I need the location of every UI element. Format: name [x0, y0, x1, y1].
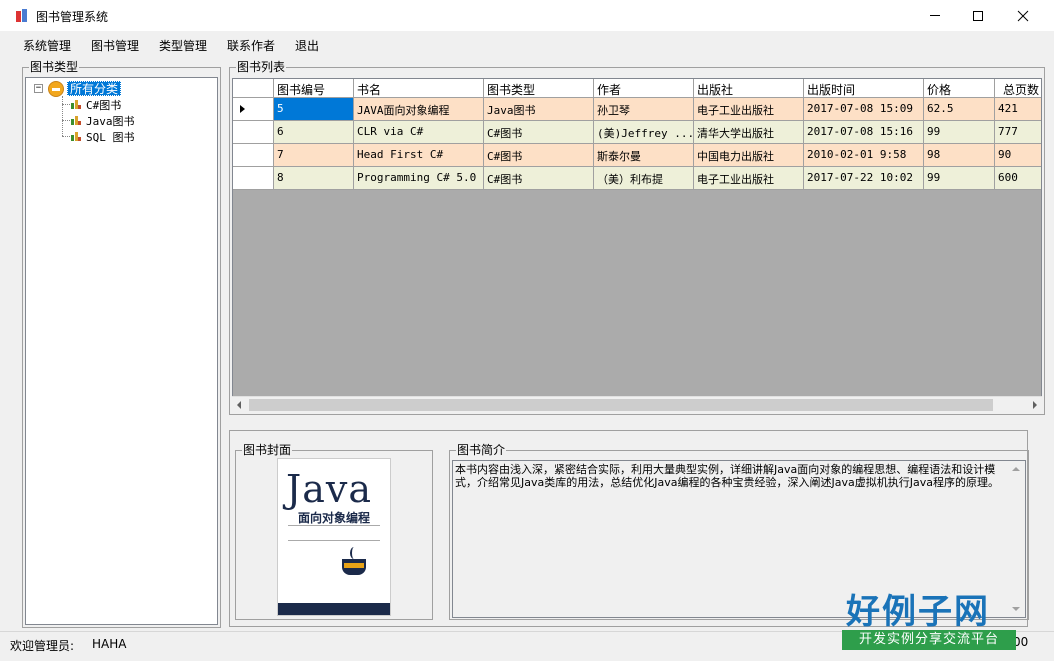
- column-header-publisher[interactable]: 出版社: [694, 79, 804, 98]
- cover-subtitle-text: 面向对象编程: [298, 511, 371, 525]
- watermark-title: 好例子网: [846, 592, 990, 632]
- cell-publisher[interactable]: 电子工业出版社: [694, 98, 804, 121]
- current-row-arrow-icon: [240, 105, 245, 113]
- book-category-icon: [70, 130, 82, 142]
- scroll-thumb[interactable]: [249, 399, 993, 411]
- java-cup-icon: [338, 547, 372, 577]
- row-header-current[interactable]: [233, 98, 274, 121]
- cover-group-title: 图书封面: [242, 443, 293, 457]
- cell-id[interactable]: 8: [274, 167, 354, 190]
- minimize-button[interactable]: [912, 0, 958, 31]
- menu-system[interactable]: 系统管理: [23, 37, 71, 54]
- column-header-type[interactable]: 图书类型: [484, 79, 594, 98]
- maximize-icon: [973, 10, 983, 21]
- book-grid[interactable]: 图书编号 书名 图书类型 作者 出版社 出版时间 价格 总页数 5 JAVA面向…: [232, 78, 1042, 412]
- tree-connector: [62, 136, 70, 137]
- scroll-left-icon[interactable]: [237, 401, 241, 409]
- cell-pages[interactable]: 421: [995, 98, 1041, 121]
- cover-title-text: Java: [286, 467, 373, 511]
- menu-contact-author[interactable]: 联系作者: [227, 37, 275, 54]
- column-header-author[interactable]: 作者: [594, 79, 694, 98]
- tree-item-label: SQL 图书: [86, 131, 135, 144]
- book-type-tree[interactable]: − 所有分类 C#图书 Java图书 SQL 图书: [25, 77, 218, 625]
- column-header-pages[interactable]: 总页数: [995, 79, 1041, 98]
- cell-price[interactable]: 98: [924, 144, 995, 167]
- category-folder-icon: [48, 81, 64, 97]
- menu-books[interactable]: 图书管理: [91, 37, 139, 54]
- cell-publish-date[interactable]: 2010-02-01 9:58: [804, 144, 924, 167]
- book-cover-image: Java 面向对象编程: [277, 458, 391, 616]
- minimize-icon: [930, 15, 940, 16]
- menu-exit[interactable]: 退出: [295, 37, 319, 54]
- cell-author[interactable]: （美）利布提: [594, 167, 694, 190]
- status-username: HAHA: [92, 637, 127, 651]
- cell-title[interactable]: CLR via C#: [354, 121, 484, 144]
- cell-title[interactable]: Head First C#: [354, 144, 484, 167]
- watermark-banner: 开发实例分享交流平台: [842, 630, 1016, 650]
- cell-title[interactable]: JAVA面向对象编程: [354, 98, 484, 121]
- cell-publisher[interactable]: 电子工业出版社: [694, 167, 804, 190]
- cover-decoration: [288, 525, 380, 541]
- book-type-group-title: 图书类型: [29, 60, 80, 74]
- cell-id[interactable]: 7: [274, 144, 354, 167]
- cell-pages[interactable]: 90: [995, 144, 1041, 167]
- maximize-button[interactable]: [955, 0, 1001, 31]
- book-list-group-title: 图书列表: [236, 60, 287, 74]
- tree-connector: [62, 120, 70, 121]
- cell-title[interactable]: Programming C# 5.0: [354, 167, 484, 190]
- tree-item-label: C#图书: [86, 99, 122, 112]
- row-header[interactable]: [233, 167, 274, 190]
- menu-types[interactable]: 类型管理: [159, 37, 207, 54]
- row-header[interactable]: [233, 144, 274, 167]
- description-group-title: 图书简介: [456, 443, 507, 457]
- cell-type[interactable]: Java图书: [484, 98, 594, 121]
- book-category-icon: [70, 114, 82, 126]
- grid-corner-cell: [233, 79, 274, 98]
- tree-root-all-categories[interactable]: 所有分类: [67, 81, 122, 96]
- menu-bar: 系统管理 图书管理 类型管理 联系作者 退出: [0, 31, 1054, 57]
- cell-author[interactable]: (美)Jeffrey ...: [594, 121, 694, 144]
- column-header-price[interactable]: 价格: [924, 79, 995, 98]
- scroll-right-icon[interactable]: [1033, 401, 1037, 409]
- cell-price[interactable]: 99: [924, 121, 995, 144]
- cell-type[interactable]: C#图书: [484, 167, 594, 190]
- cell-price[interactable]: 99: [924, 167, 995, 190]
- close-button[interactable]: [1000, 0, 1046, 31]
- cover-footer-band: [278, 603, 390, 615]
- cell-author[interactable]: 孙卫琴: [594, 98, 694, 121]
- cell-price[interactable]: 62.5: [924, 98, 995, 121]
- cell-publisher[interactable]: 清华大学出版社: [694, 121, 804, 144]
- cell-id[interactable]: 6: [274, 121, 354, 144]
- cell-pages[interactable]: 777: [995, 121, 1041, 144]
- book-category-icon: [70, 98, 82, 110]
- tree-collapse-toggle[interactable]: −: [34, 84, 43, 93]
- tree-connector: [62, 104, 70, 105]
- cell-id[interactable]: 5: [274, 98, 354, 121]
- title-bar: 图书管理系统: [0, 0, 1054, 31]
- scroll-up-icon[interactable]: [1012, 467, 1020, 471]
- cell-pages[interactable]: 600: [995, 167, 1041, 190]
- tree-connector: [62, 96, 63, 136]
- cell-publish-date[interactable]: 2017-07-08 15:16: [804, 121, 924, 144]
- cell-author[interactable]: 斯泰尔曼: [594, 144, 694, 167]
- cell-type[interactable]: C#图书: [484, 144, 594, 167]
- tree-item-label: Java图书: [86, 115, 135, 128]
- status-welcome-label: 欢迎管理员:: [10, 639, 75, 653]
- row-header[interactable]: [233, 121, 274, 144]
- watermark-logo: 好例子网 开发实例分享交流平台: [842, 584, 1020, 654]
- column-header-publish-date[interactable]: 出版时间: [804, 79, 924, 98]
- window-title: 图书管理系统: [36, 10, 109, 24]
- grid-horizontal-scrollbar[interactable]: [232, 396, 1042, 413]
- cell-publish-date[interactable]: 2017-07-08 15:09: [804, 98, 924, 121]
- cell-publisher[interactable]: 中国电力出版社: [694, 144, 804, 167]
- cell-publish-date[interactable]: 2017-07-22 10:02: [804, 167, 924, 190]
- close-icon: [1017, 10, 1029, 21]
- app-icon: [16, 9, 27, 22]
- cell-type[interactable]: C#图书: [484, 121, 594, 144]
- column-header-title[interactable]: 书名: [354, 79, 484, 98]
- description-text: 本书内容由浅入深，紧密结合实际，利用大量典型实例，详细讲解Java面向对象的编程…: [455, 463, 999, 489]
- column-header-id[interactable]: 图书编号: [274, 79, 354, 98]
